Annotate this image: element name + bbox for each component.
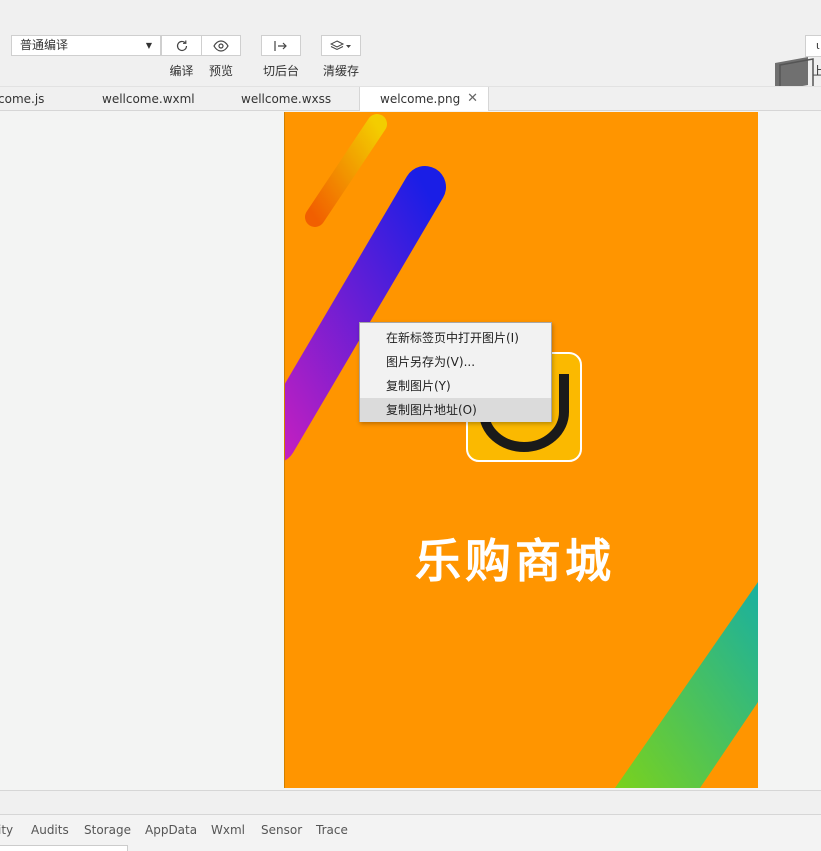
switch-background-label: 切后台	[262, 64, 299, 78]
compile-label: 编译	[169, 64, 194, 78]
context-menu: 在新标签页中打开图片(I) 图片另存为(V)... 复制图片(Y) 复制图片地址…	[359, 322, 552, 422]
decorative-stripes	[285, 114, 758, 788]
console-filter-input[interactable]	[0, 845, 128, 851]
chevron-down-icon: ▼	[145, 41, 152, 50]
tab-label: welcome.png	[380, 92, 461, 106]
menu-item-copy-image[interactable]: 复制图片(Y)	[360, 374, 551, 398]
tab-js[interactable]: come.js	[0, 87, 78, 111]
switch-background-button[interactable]	[261, 35, 301, 56]
compile-mode-value: 普通编译	[20, 38, 69, 52]
tab-storage[interactable]: Storage	[84, 823, 131, 837]
eye-icon	[213, 39, 229, 52]
tab-label: wellcome.wxss	[241, 92, 332, 106]
preview-button[interactable]	[201, 35, 241, 56]
refresh-icon	[176, 40, 187, 51]
devtools-tab-bar: ity Audits Storage AppData Wxml Sensor T…	[0, 815, 821, 845]
menu-item-copy-image-address[interactable]: 复制图片地址(O)	[360, 398, 551, 422]
tab-trace[interactable]: Trace	[316, 823, 348, 837]
compile-button[interactable]	[161, 35, 202, 56]
tab-png[interactable]: welcome.png ✕	[359, 87, 489, 113]
panel-divider[interactable]	[0, 790, 821, 815]
switch-background-icon	[274, 40, 287, 51]
tab-label: wellcome.wxml	[102, 92, 195, 106]
image-title-text: 乐购商城	[415, 534, 615, 588]
image-preview[interactable]: 乐购商城	[284, 112, 758, 788]
toolbar: 普通编译 ▼ 编译 预览 切后台 清缓存 ι 上	[0, 0, 821, 101]
clear-cache-label: 清缓存	[322, 64, 359, 78]
menu-item-save-image-as[interactable]: 图片另存为(V)...	[360, 350, 551, 374]
tab-appdata[interactable]: AppData	[145, 823, 197, 837]
clear-cache-button[interactable]	[321, 35, 361, 56]
tab-label: come.js	[0, 92, 45, 106]
compile-mode-select[interactable]: 普通编译 ▼	[11, 35, 161, 56]
tab-security[interactable]: ity	[0, 823, 13, 837]
layers-icon	[330, 39, 351, 50]
tab-wxml[interactable]: Wxml	[211, 823, 245, 837]
upload-button[interactable]: ι	[805, 35, 821, 57]
tab-wxss[interactable]: wellcome.wxss	[241, 87, 351, 111]
upload-button-text: ι	[816, 39, 820, 52]
preview-label: 预览	[208, 64, 233, 78]
editor-tab-bar: come.js wellcome.wxml wellcome.wxss welc…	[0, 86, 821, 113]
tab-audits[interactable]: Audits	[31, 823, 69, 837]
tab-sensor[interactable]: Sensor	[261, 823, 302, 837]
close-icon[interactable]: ✕	[467, 87, 478, 111]
tab-wxml[interactable]: wellcome.wxml	[102, 87, 212, 111]
menu-item-open-image-new-tab[interactable]: 在新标签页中打开图片(I)	[360, 326, 551, 350]
